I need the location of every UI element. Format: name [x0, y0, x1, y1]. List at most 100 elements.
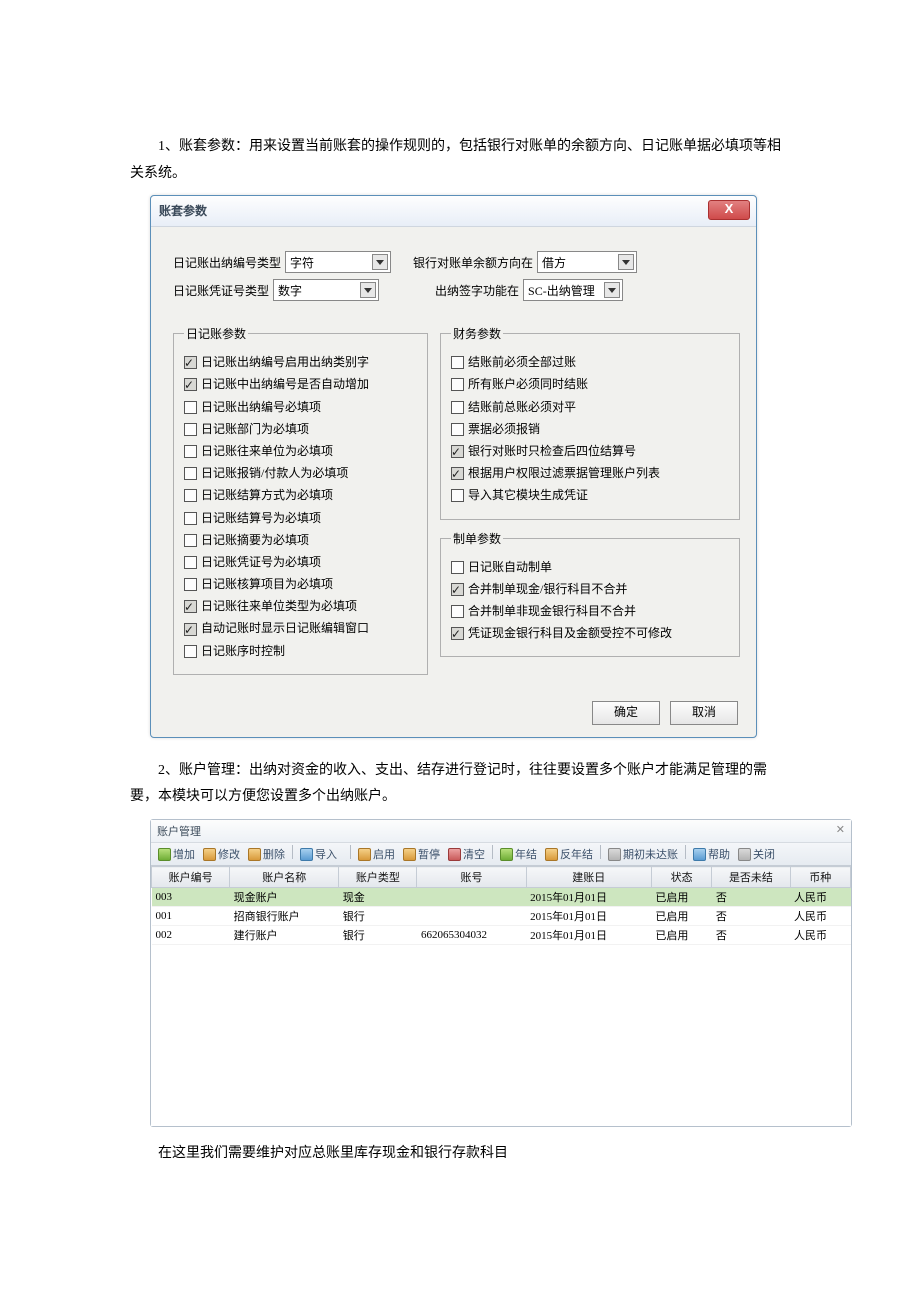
toolbar-button[interactable]: 删除 [245, 845, 288, 863]
checkbox-icon[interactable] [184, 578, 197, 591]
dialog-title: 账套参数 [159, 202, 207, 219]
checkbox-row[interactable]: 结账前必须全部过账 [451, 353, 729, 372]
checkbox-icon[interactable] [451, 583, 464, 596]
toolbar-label: 帮助 [708, 846, 730, 862]
checkbox-icon[interactable] [184, 623, 197, 636]
checkbox-label: 日记账出纳编号启用出纳类别字 [201, 353, 369, 372]
checkbox-row[interactable]: 日记账中出纳编号是否自动增加 [184, 375, 417, 394]
checkbox-icon[interactable] [451, 467, 464, 480]
table-cell [417, 907, 526, 926]
checkbox-icon[interactable] [184, 512, 197, 525]
checkbox-icon[interactable] [184, 600, 197, 613]
finance-params-group: 财务参数 结账前必须全部过账所有账户必须同时结账结账前总账必须对平票据必须报销银… [440, 325, 740, 519]
balance-direction-label: 银行对账单余额方向在 [413, 254, 533, 271]
checkbox-row[interactable]: 日记账结算号为必填项 [184, 509, 417, 528]
checkbox-row[interactable]: 日记账凭证号为必填项 [184, 553, 417, 572]
checkbox-icon[interactable] [451, 423, 464, 436]
checkbox-row[interactable]: 导入其它模块生成凭证 [451, 486, 729, 505]
checkbox-row[interactable]: 合并制单非现金银行科目不合并 [451, 602, 729, 621]
checkbox-row[interactable]: 日记账往来单位类型为必填项 [184, 597, 417, 616]
checkbox-row[interactable]: 日记账结算方式为必填项 [184, 486, 417, 505]
checkbox-row[interactable]: 合并制单现金/银行科目不合并 [451, 580, 729, 599]
checkbox-row[interactable]: 所有账户必须同时结账 [451, 375, 729, 394]
checkbox-row[interactable]: 日记账部门为必填项 [184, 420, 417, 439]
toolbar-button[interactable]: 启用 [355, 845, 398, 863]
checkbox-icon[interactable] [184, 401, 197, 414]
toolbar-button[interactable]: 修改 [200, 845, 243, 863]
toolbar-button[interactable]: 关闭 [735, 845, 778, 863]
checkbox-row[interactable]: 日记账核算项目为必填项 [184, 575, 417, 594]
titlebar: 账套参数 X [151, 196, 756, 227]
checkbox-icon[interactable] [184, 534, 197, 547]
checkbox-label: 日记账中出纳编号是否自动增加 [201, 375, 369, 394]
checkbox-label: 结账前必须全部过账 [468, 353, 576, 372]
checkbox-row[interactable]: 根据用户权限过滤票据管理账户列表 [451, 464, 729, 483]
balance-direction-combo[interactable]: 借方 [537, 251, 637, 273]
checkbox-row[interactable]: 日记账序时控制 [184, 642, 417, 661]
table-row[interactable]: 001招商银行账户银行2015年01月01日已启用否人民币 [152, 907, 851, 926]
signature-func-combo[interactable]: SC-出纳管理 [523, 279, 623, 301]
separator [600, 845, 601, 859]
toolbar-button[interactable]: 增加 [155, 845, 198, 863]
checkbox-row[interactable]: 日记账出纳编号必填项 [184, 398, 417, 417]
ok-button[interactable]: 确定 [592, 701, 660, 725]
checkbox-label: 日记账报销/付款人为必填项 [201, 464, 348, 483]
checkbox-row[interactable]: 凭证现金银行科目及金额受控不可修改 [451, 624, 729, 643]
checkbox-icon[interactable] [451, 378, 464, 391]
close-button[interactable]: X [708, 200, 750, 220]
checkbox-icon[interactable] [451, 561, 464, 574]
signature-func-label: 出纳签字功能在 [435, 282, 519, 299]
column-header[interactable]: 币种 [790, 867, 850, 888]
checkbox-icon[interactable] [451, 401, 464, 414]
separator [350, 845, 351, 859]
checkbox-label: 所有账户必须同时结账 [468, 375, 588, 394]
checkbox-icon[interactable] [184, 556, 197, 569]
toolbar-label: 清空 [463, 846, 485, 862]
checkbox-row[interactable]: 票据必须报销 [451, 420, 729, 439]
balance-direction-value: 借方 [542, 254, 566, 271]
checkbox-row[interactable]: 银行对账时只检查后四位结算号 [451, 442, 729, 461]
checkbox-row[interactable]: 日记账报销/付款人为必填项 [184, 464, 417, 483]
column-header[interactable]: 状态 [651, 867, 711, 888]
checkbox-icon[interactable] [184, 489, 197, 502]
checkbox-icon[interactable] [184, 645, 197, 658]
checkbox-icon[interactable] [184, 356, 197, 369]
close-icon[interactable]: ✕ [836, 823, 845, 839]
checkbox-row[interactable]: 日记账往来单位为必填项 [184, 442, 417, 461]
checkbox-icon[interactable] [451, 605, 464, 618]
checkbox-row[interactable]: 自动记账时显示日记账编辑窗口 [184, 619, 417, 638]
column-header[interactable]: 建账日 [526, 867, 651, 888]
checkbox-icon[interactable] [451, 489, 464, 502]
toolbar-button[interactable]: 反年结 [542, 845, 596, 863]
table-row[interactable]: 003现金账户现金2015年01月01日已启用否人民币 [152, 888, 851, 907]
column-header[interactable]: 账户名称 [230, 867, 339, 888]
column-header[interactable]: 是否未结 [712, 867, 790, 888]
toolbar-label: 修改 [218, 846, 240, 862]
table-row[interactable]: 002建行账户银行6620653040322015年01月01日已启用否人民币 [152, 926, 851, 945]
toolbar-button[interactable]: 年结 [497, 845, 540, 863]
checkbox-row[interactable]: 结账前总账必须对平 [451, 398, 729, 417]
toolbar-button[interactable]: 帮助 [690, 845, 733, 863]
checkbox-icon[interactable] [451, 445, 464, 458]
cancel-button[interactable]: 取消 [670, 701, 738, 725]
column-header[interactable]: 账户编号 [152, 867, 230, 888]
toolbar-button[interactable]: 暂停 [400, 845, 443, 863]
checkbox-icon[interactable] [184, 423, 197, 436]
toolbar-icon [545, 848, 558, 861]
toolbar-button[interactable]: 导入 [297, 845, 340, 863]
toolbar-button[interactable]: 期初未达账 [605, 845, 681, 863]
toolbar-icon [738, 848, 751, 861]
journal-numtype-combo[interactable]: 字符 [285, 251, 391, 273]
checkbox-icon[interactable] [184, 445, 197, 458]
checkbox-row[interactable]: 日记账出纳编号启用出纳类别字 [184, 353, 417, 372]
checkbox-icon[interactable] [184, 467, 197, 480]
column-header[interactable]: 账户类型 [339, 867, 417, 888]
column-header[interactable]: 账号 [417, 867, 526, 888]
checkbox-row[interactable]: 日记账自动制单 [451, 558, 729, 577]
checkbox-icon[interactable] [451, 356, 464, 369]
checkbox-icon[interactable] [184, 378, 197, 391]
voucher-numtype-combo[interactable]: 数字 [273, 279, 379, 301]
checkbox-icon[interactable] [451, 627, 464, 640]
toolbar-button[interactable]: 清空 [445, 845, 488, 863]
checkbox-row[interactable]: 日记账摘要为必填项 [184, 531, 417, 550]
